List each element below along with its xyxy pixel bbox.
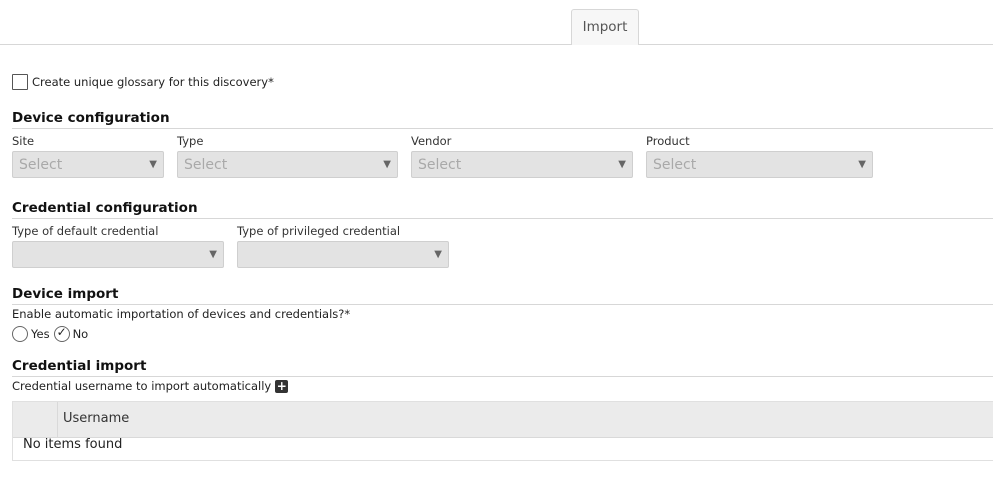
divider [12, 304, 993, 305]
divider [12, 376, 993, 377]
vendor-select-value: Select [418, 157, 462, 173]
type-select-value: Select [184, 157, 228, 173]
dropdown-arrow-icon: ▼ [618, 159, 626, 170]
yes-label: Yes [31, 327, 50, 341]
type-label: Type [177, 134, 204, 148]
device-import-title: Device import [12, 286, 119, 302]
username-table: Username No items found [12, 401, 993, 461]
plus-icon[interactable]: + [275, 379, 289, 393]
glossary-option[interactable]: Create unique glossary for this discover… [12, 74, 274, 90]
yes-radio[interactable] [12, 326, 28, 342]
credential-configuration-title: Credential configuration [12, 200, 198, 216]
default-credential-select[interactable]: ▼ [12, 241, 224, 268]
divider [12, 128, 993, 129]
product-select[interactable]: Select ▼ [646, 151, 873, 178]
username-column-header[interactable]: Username [63, 411, 129, 426]
glossary-label: Create unique glossary for this discover… [32, 75, 274, 89]
auto-import-question: Enable automatic importation of devices … [12, 307, 351, 321]
glossary-checkbox[interactable] [12, 74, 28, 90]
credential-username-label: Credential username to import automatica… [12, 379, 272, 393]
dropdown-arrow-icon: ▼ [209, 249, 217, 260]
site-select-value: Select [19, 157, 63, 173]
auto-import-radio-group: Yes No [12, 325, 92, 342]
dropdown-arrow-icon: ▼ [383, 159, 391, 170]
vendor-label: Vendor [411, 134, 452, 148]
no-label: No [72, 327, 89, 341]
no-radio[interactable] [53, 325, 70, 342]
tab-import[interactable]: Import [571, 9, 639, 45]
select-column-header [13, 402, 58, 437]
divider [12, 218, 993, 219]
type-select[interactable]: Select ▼ [177, 151, 398, 178]
vendor-select[interactable]: Select ▼ [411, 151, 633, 178]
product-label: Product [646, 134, 690, 148]
empty-state-text: No items found [23, 437, 123, 452]
site-label: Site [12, 134, 35, 148]
dropdown-arrow-icon: ▼ [858, 159, 866, 170]
dropdown-arrow-icon: ▼ [149, 159, 157, 170]
credential-username-row: Credential username to import automatica… [12, 379, 289, 393]
default-credential-label: Type of default credential [12, 224, 159, 238]
product-select-value: Select [653, 157, 697, 173]
table-header: Username [13, 402, 993, 438]
device-configuration-title: Device configuration [12, 110, 170, 126]
tab-bar: Import [0, 0, 993, 45]
privileged-credential-select[interactable]: ▼ [237, 241, 449, 268]
site-select[interactable]: Select ▼ [12, 151, 164, 178]
credential-import-title: Credential import [12, 358, 147, 374]
dropdown-arrow-icon: ▼ [434, 249, 442, 260]
privileged-credential-label: Type of privileged credential [237, 224, 401, 238]
